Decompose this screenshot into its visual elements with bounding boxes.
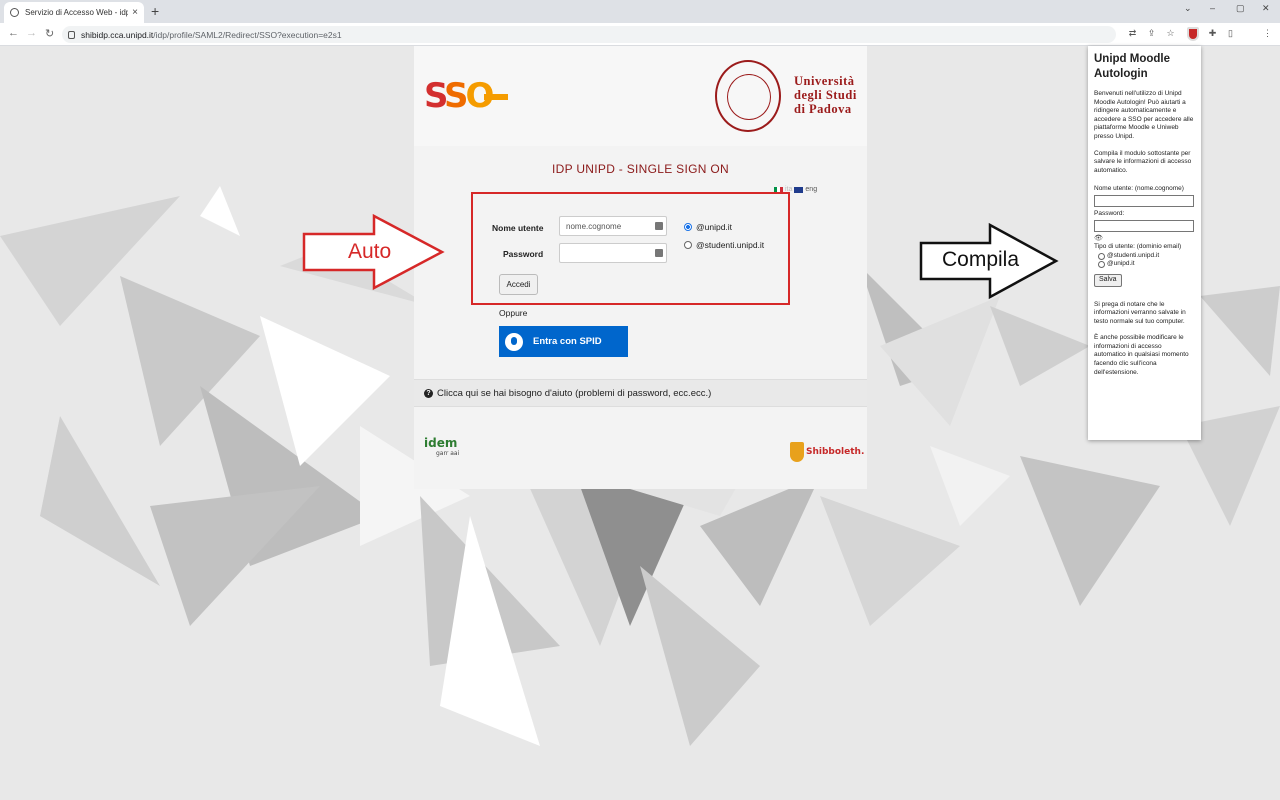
auto-arrow-label: Auto xyxy=(348,240,392,263)
extension-shield-icon[interactable] xyxy=(1187,27,1199,41)
bookmark-star-icon[interactable]: ☆ xyxy=(1165,28,1176,39)
sso-logo: SSO xyxy=(424,76,494,116)
restore-button[interactable]: ▢ xyxy=(1236,3,1245,14)
shibboleth-logo: Shibboleth. xyxy=(790,442,864,462)
uk-flag-icon[interactable] xyxy=(794,186,804,193)
forward-icon[interactable]: → xyxy=(26,27,37,39)
translate-icon[interactable]: ⇄ xyxy=(1127,28,1138,39)
lock-icon xyxy=(68,30,75,39)
university-name: Università degli Studi di Padova xyxy=(794,74,857,116)
card-header: SSO Università degli Studi di Padova xyxy=(414,46,867,146)
question-icon: ? xyxy=(424,388,433,398)
tab-close-icon[interactable]: × xyxy=(132,7,138,18)
popup-intro: Benvenuti nell'utilizzo di Unipd Moodle … xyxy=(1094,90,1194,140)
tab-search-icon[interactable]: ⌄ xyxy=(1184,3,1192,14)
show-password-icon[interactable]: 👁 xyxy=(1094,235,1195,244)
radio-unchecked-icon[interactable] xyxy=(1098,261,1105,269)
help-text: Clicca qui se hai bisogno d'aiuto (probl… xyxy=(437,387,712,399)
new-tab-button[interactable]: + xyxy=(151,3,159,19)
popup-note: Si prega di notare che le informazioni v… xyxy=(1094,300,1186,325)
popup-username-input[interactable] xyxy=(1094,194,1194,207)
url-host: shibidp.cca.unipd.it xyxy=(81,29,154,40)
compila-arrow-label: Compila xyxy=(942,248,1020,271)
lang-en-link[interactable]: eng xyxy=(805,186,817,193)
back-icon[interactable]: ← xyxy=(8,27,19,39)
popup-password-label: Password: xyxy=(1094,209,1125,217)
spid-label: Entra con SPID xyxy=(533,336,602,347)
minimize-button[interactable]: – xyxy=(1210,3,1215,13)
shibboleth-shield-icon xyxy=(790,442,804,462)
idem-logo: idem garr aai xyxy=(424,436,460,457)
browser-tab[interactable]: Servizio di Accesso Web - idp × xyxy=(4,2,144,23)
popup-instructions: Compila il modulo sottostante per salvar… xyxy=(1094,149,1192,174)
popup-title: Unipd Moodle Autologin xyxy=(1094,53,1171,80)
popup-radio-unipd[interactable]: @unipd.it xyxy=(1098,260,1195,269)
page-title: IDP UNIPD - SINGLE SIGN ON xyxy=(552,162,729,176)
menu-kebab-icon[interactable]: ⋮ xyxy=(1262,28,1273,39)
reload-icon[interactable]: ↻ xyxy=(45,27,54,40)
popup-note-2: È anche possibile modificare le informaz… xyxy=(1094,334,1189,376)
spid-user-icon xyxy=(505,332,523,351)
unipd-seal-logo xyxy=(715,60,781,132)
popup-user-type-label: Tipo di utente: (dominio email) xyxy=(1094,243,1182,251)
popup-password-input[interactable] xyxy=(1094,219,1194,232)
spid-login-button[interactable]: Entra con SPID xyxy=(499,326,628,357)
save-button[interactable]: Salva xyxy=(1094,273,1122,287)
side-panel-icon[interactable]: ▯ xyxy=(1225,28,1236,39)
globe-icon xyxy=(10,8,19,17)
radio-unchecked-icon[interactable] xyxy=(1098,252,1105,260)
extension-popup: Unipd Moodle Autologin Benvenuti nell'ut… xyxy=(1088,46,1201,440)
tab-title: Servizio di Accesso Web - idp xyxy=(25,8,129,17)
browser-toolbar: ← → ↻ shibidp.cca.unipd.it /idp/profile/… xyxy=(0,23,1280,46)
login-form-highlight xyxy=(471,192,790,305)
url-path: /idp/profile/SAML2/Redirect/SSO?executio… xyxy=(153,29,342,40)
share-icon[interactable]: ⇪ xyxy=(1146,28,1157,39)
close-window-button[interactable]: ✕ xyxy=(1262,3,1270,14)
popup-radio-studenti[interactable]: @studenti.unipd.it xyxy=(1098,252,1195,261)
key-icon xyxy=(484,94,508,100)
or-label: Oppure xyxy=(499,308,528,318)
browser-tabbar: Servizio di Accesso Web - idp × + ⌄ – ▢ … xyxy=(0,0,1280,23)
address-bar[interactable]: shibidp.cca.unipd.it /idp/profile/SAML2/… xyxy=(62,26,1116,43)
help-link[interactable]: ? Clicca qui se hai bisogno d'aiuto (pro… xyxy=(414,379,867,407)
extensions-puzzle-icon[interactable]: ✚ xyxy=(1207,28,1218,39)
popup-username-label: Nome utente: (nome.cognome) xyxy=(1094,185,1184,193)
